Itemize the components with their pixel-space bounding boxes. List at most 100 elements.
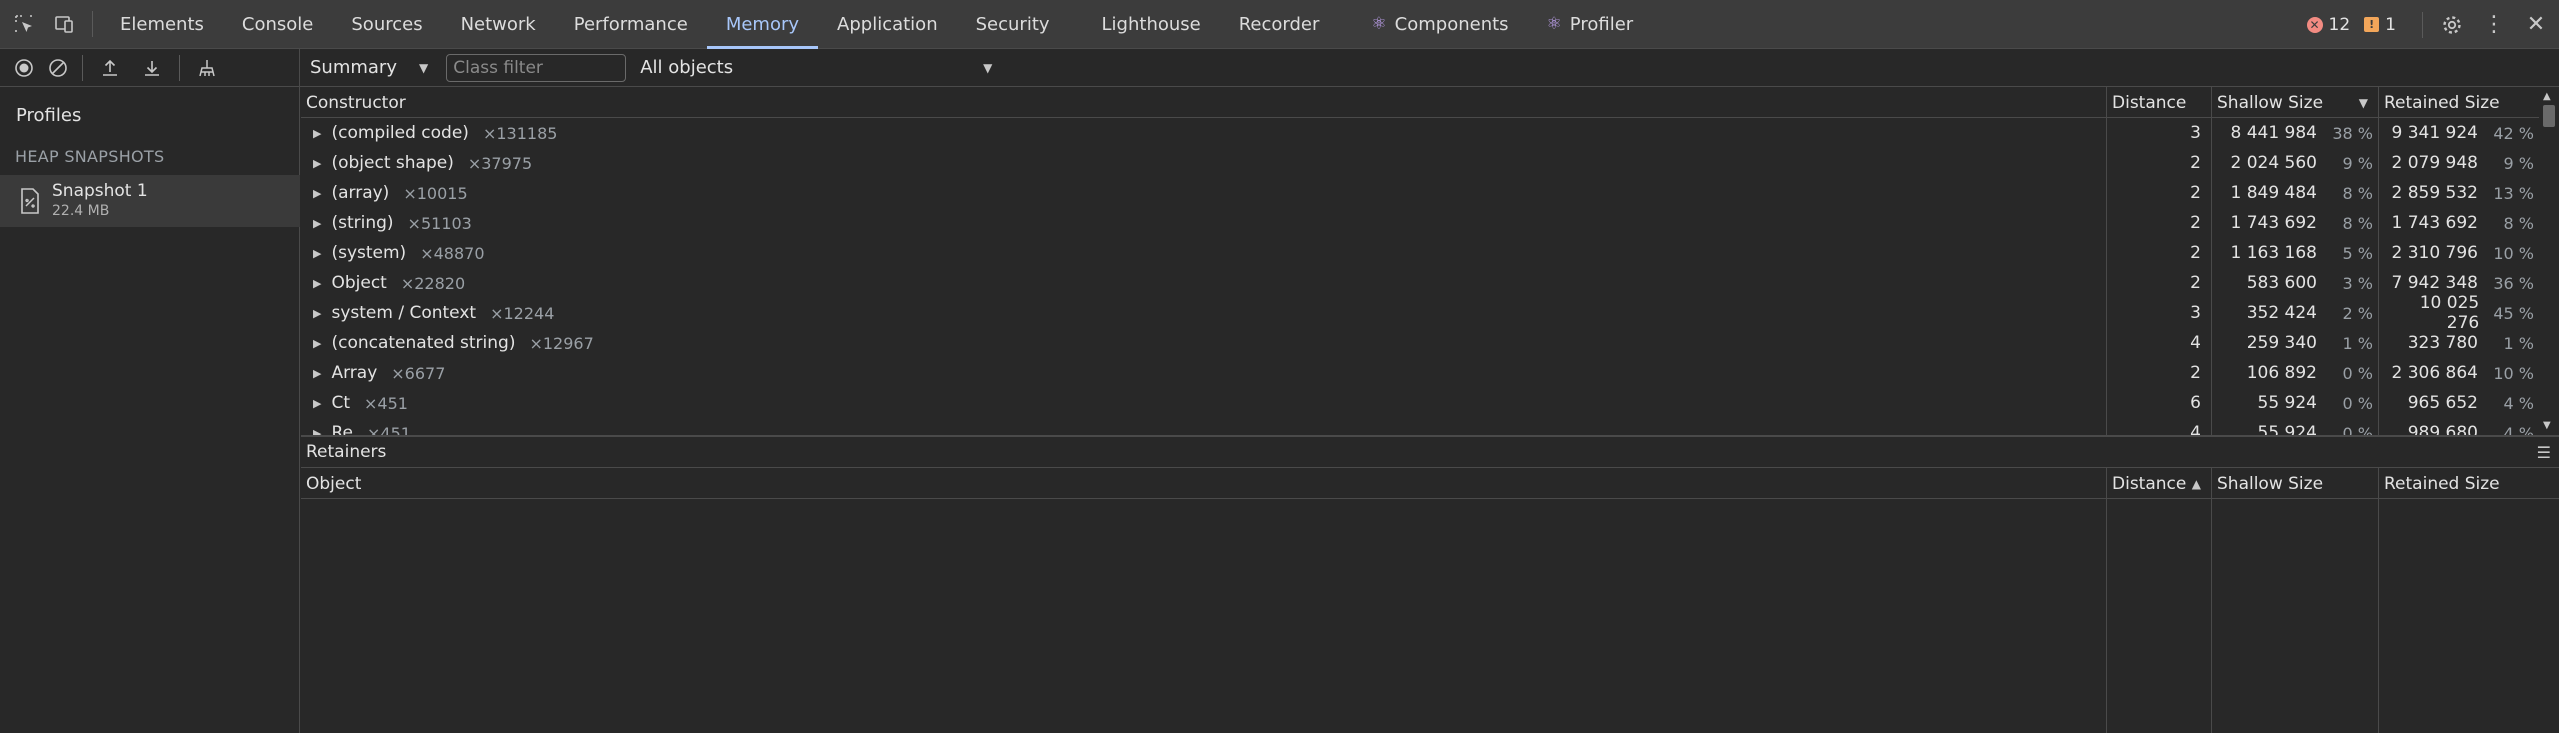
more-vert-icon[interactable]: ⋮ — [2473, 0, 2515, 49]
menu-icon[interactable]: ☰ — [2537, 443, 2551, 462]
expand-triangle-icon[interactable]: ▶ — [313, 157, 321, 170]
expand-triangle-icon[interactable]: ▶ — [313, 367, 321, 380]
table-row[interactable]: ▶ (array) ×10015 2 1 849 484 8 % 2 859 532 13 % — [301, 178, 2539, 208]
retainers-title: Retainers — [306, 442, 387, 462]
retained-size-percent: 13 % — [2493, 183, 2534, 203]
distance-cell: 2 — [2107, 358, 2212, 388]
shallow-size-header[interactable]: Shallow Size ▼ — [2212, 87, 2379, 118]
retained-size-percent: 10 % — [2493, 363, 2534, 383]
retained-size-cell: 2 079 948 9 % — [2379, 148, 2539, 178]
tab-lighthouse[interactable]: Lighthouse — [1083, 0, 1220, 49]
constructor-name: Array — [331, 363, 378, 383]
distance-header[interactable]: Distance — [2107, 87, 2212, 118]
retained-size-percent: 42 % — [2493, 123, 2534, 143]
warning-count-badge[interactable]: ! 1 — [2364, 15, 2396, 35]
clear-icon[interactable] — [40, 49, 76, 87]
constructor-header[interactable]: Constructor — [301, 87, 2107, 118]
view-select[interactable]: Summary ▼ — [310, 57, 428, 78]
table-row[interactable]: ▶ (compiled code) ×131185 3 8 441 984 38 % 9 3… — [301, 118, 2539, 148]
retained-size-percent: 1 % — [2503, 333, 2534, 353]
scrollbar-thumb[interactable] — [2543, 105, 2555, 127]
table-row[interactable]: ▶ (concatenated string) ×12967 4 259 340 1 % 3… — [301, 328, 2539, 358]
profiles-sidebar: Profiles HEAP SNAPSHOTS Snapshot 1 22.4 … — [0, 87, 300, 733]
expand-triangle-icon[interactable]: ▶ — [313, 337, 321, 350]
scroll-down-icon[interactable]: ▼ — [2543, 420, 2551, 431]
upload-icon[interactable] — [89, 49, 131, 87]
vertical-scrollbar[interactable]: ▲ ▼ — [2539, 87, 2559, 435]
expand-triangle-icon[interactable]: ▶ — [313, 127, 321, 140]
shallow-size-cell: 106 892 0 % — [2212, 358, 2379, 388]
shallow-size-percent: 2 % — [2342, 303, 2373, 323]
shallow-size-header[interactable]: Shallow Size — [2212, 468, 2379, 499]
header-label: Retained Size — [2384, 92, 2500, 113]
table-row[interactable]: ▶ (system) ×48870 2 1 163 168 5 % 2 310 796 10 … — [301, 238, 2539, 268]
expand-triangle-icon[interactable]: ▶ — [313, 277, 321, 290]
tab-label: Network — [460, 13, 536, 35]
shallow-size-cell: 55 924 0 % — [2212, 418, 2379, 435]
tab-application[interactable]: Application — [818, 0, 957, 49]
distance-value: 2 — [2190, 363, 2201, 383]
table-row[interactable]: ▶ Array ×6677 2 106 892 0 % 2 306 864 10 % — [301, 358, 2539, 388]
tab-recorder[interactable]: Recorder — [1220, 0, 1339, 49]
shallow-size-cell: 352 424 2 % — [2212, 298, 2379, 328]
tab-label: Recorder — [1238, 13, 1320, 35]
tab-console[interactable]: Console — [223, 0, 332, 49]
distance-header[interactable]: Distance ▲ — [2107, 468, 2212, 499]
retained-size-cell: 10 025 276 45 % — [2379, 293, 2539, 333]
retainers-table-body — [301, 499, 2559, 733]
table-row[interactable]: ▶ system / Context ×12244 3 352 424 2 % 10 025… — [301, 293, 2539, 333]
distance-value: 2 — [2190, 183, 2201, 203]
constructor-cell: ▶ (concatenated string) ×12967 — [301, 328, 2107, 358]
tab-components[interactable]: ⚛ Components — [1352, 0, 1527, 49]
table-row[interactable]: ▶ Ct ×451 6 55 924 0 % 965 652 4 % — [301, 388, 2539, 418]
tab-label: Console — [241, 13, 314, 35]
tab-sources[interactable]: Sources — [332, 0, 441, 49]
tab-profiler[interactable]: ⚛ Profiler — [1528, 0, 1653, 49]
constructor-name: Ct — [331, 393, 351, 413]
header-label: Shallow Size — [2217, 473, 2324, 494]
download-icon[interactable] — [131, 49, 173, 87]
expand-triangle-icon[interactable]: ▶ — [313, 397, 321, 410]
tab-security[interactable]: Security — [957, 0, 1069, 49]
retainers-table-header: Object Distance ▲ Shallow Size Retained S… — [301, 468, 2559, 499]
table-row[interactable]: ▶ (object shape) ×37975 2 2 024 560 9 % 2 079 … — [301, 148, 2539, 178]
tab-performance[interactable]: Performance — [555, 0, 707, 49]
retained-size-value: 7 942 348 — [2391, 273, 2478, 293]
expand-triangle-icon[interactable]: ▶ — [313, 427, 321, 436]
gear-icon[interactable] — [2431, 0, 2473, 49]
broom-icon[interactable] — [186, 49, 228, 87]
retained-size-header[interactable]: Retained Size — [2379, 468, 2539, 499]
object-header[interactable]: Object — [301, 468, 2107, 499]
expand-triangle-icon[interactable]: ▶ — [313, 307, 321, 320]
tab-network[interactable]: Network — [442, 0, 555, 49]
close-icon[interactable]: ✕ — [2515, 0, 2557, 49]
class-filter-input[interactable] — [446, 53, 627, 82]
tab-memory[interactable]: Memory — [706, 0, 819, 49]
select-element-icon[interactable] — [4, 0, 44, 49]
instance-count: ×22820 — [400, 273, 466, 293]
table-row[interactable]: ▶ Re ×451 4 55 924 0 % 989 680 4 % — [301, 418, 2539, 435]
instance-count: ×10015 — [403, 183, 468, 203]
scroll-up-icon[interactable]: ▲ — [2543, 91, 2551, 102]
expand-triangle-icon[interactable]: ▶ — [313, 187, 321, 200]
retained-size-cell: 1 743 692 8 % — [2379, 208, 2539, 238]
snapshot-item[interactable]: Snapshot 1 22.4 MB — [0, 175, 300, 227]
expand-triangle-icon[interactable]: ▶ — [313, 247, 321, 260]
tab-label: Security — [975, 13, 1050, 35]
objects-select[interactable]: All objects ▼ — [640, 57, 992, 78]
distance-cell: 3 — [2107, 118, 2212, 148]
snapshot-size: 22.4 MB — [52, 203, 110, 219]
table-row[interactable]: ▶ Object ×22820 2 583 600 3 % 7 942 348 36 % — [301, 268, 2539, 298]
table-row[interactable]: ▶ (string) ×51103 2 1 743 692 8 % 1 743 692 8 % — [301, 208, 2539, 238]
shallow-size-value: 55 924 — [2257, 393, 2317, 413]
shallow-size-percent: 0 % — [2342, 363, 2373, 383]
instance-count: ×12244 — [490, 303, 555, 323]
retained-size-header[interactable]: Retained Size — [2379, 87, 2539, 118]
shallow-size-cell: 1 163 168 5 % — [2212, 238, 2379, 268]
device-toolbar-icon[interactable] — [44, 0, 84, 49]
record-icon[interactable] — [8, 49, 40, 87]
error-count-badge[interactable]: ✕ 12 — [2306, 15, 2350, 35]
tab-elements[interactable]: Elements — [101, 0, 223, 49]
expand-triangle-icon[interactable]: ▶ — [313, 217, 321, 230]
shallow-column — [2212, 499, 2379, 733]
